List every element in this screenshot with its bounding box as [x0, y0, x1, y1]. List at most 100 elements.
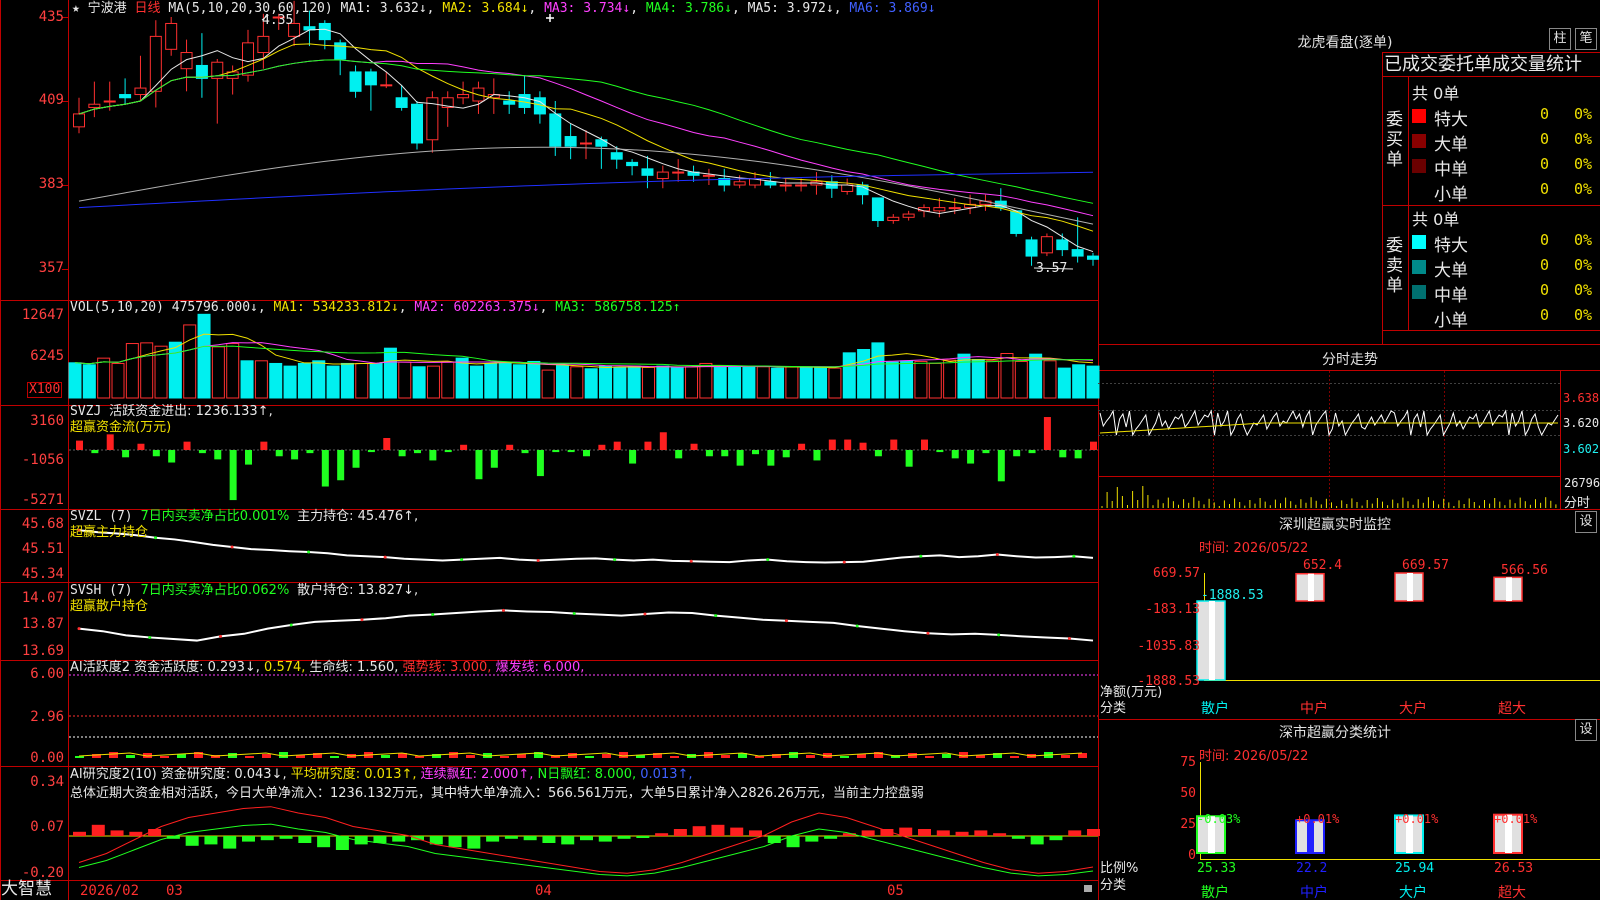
flow-bar	[1013, 450, 1021, 457]
fenshi-vol-axis: 26796	[1564, 476, 1600, 490]
net-flow-value: 669.57	[1402, 558, 1449, 573]
volume-bar	[125, 343, 139, 399]
ai2-a: 资金研究度: 0.043↓,	[160, 767, 287, 782]
svsh-value: 散户持仓: 13.827↓,	[297, 583, 419, 598]
candle	[887, 216, 900, 222]
ratio-value: 26.53	[1494, 861, 1534, 876]
volume-bar	[240, 360, 254, 399]
activity-bar	[585, 756, 594, 758]
flow-bar	[583, 450, 590, 457]
research-bar	[598, 836, 612, 842]
monitor-settings-button[interactable]: 设	[1575, 511, 1597, 533]
stats-settings-button[interactable]: 设	[1575, 719, 1597, 741]
volume-bar	[570, 366, 584, 399]
order-percent: 0%	[1574, 130, 1593, 148]
volume-bar	[140, 342, 154, 399]
volume-bar	[484, 362, 498, 399]
volume-bar	[555, 364, 569, 399]
research-bar	[561, 836, 575, 845]
net-flow-value: -1888.53	[1201, 588, 1264, 603]
monitor-axis-label: 669.57	[1153, 566, 1200, 581]
ai1-axis-label: 2.96	[30, 709, 64, 725]
research-bar	[936, 830, 950, 836]
volume-bar	[197, 313, 211, 399]
order-count: 0	[1540, 256, 1550, 274]
lock-icon[interactable]	[1084, 885, 1092, 892]
holding-dot	[536, 558, 540, 562]
volume-bar	[742, 365, 756, 399]
category-label: 超大	[1498, 701, 1526, 717]
volume-bar	[728, 366, 742, 399]
flow-bar	[705, 450, 713, 457]
volume-bar	[82, 364, 96, 399]
buy-side-label: 委买单	[1386, 110, 1403, 170]
activity-bar	[279, 752, 288, 758]
lhkp-subtitle: 已成交委托单成交量统计	[1384, 54, 1582, 75]
volume-bar	[971, 358, 985, 399]
order-count: 0	[1540, 306, 1550, 324]
ma5-prefix: MA5:	[747, 1, 787, 16]
activity-bar	[789, 752, 798, 758]
activity-bar	[1078, 753, 1087, 758]
ai1-d: 强势线: 3.000,	[402, 660, 492, 675]
order-percent: 0%	[1574, 105, 1593, 123]
volume-bar	[613, 366, 627, 399]
volume-bar	[527, 360, 541, 399]
svsh-desc: 7日内买卖净占比0.062%	[140, 583, 290, 598]
flow-bar	[859, 442, 867, 450]
holding-dot	[643, 612, 647, 616]
vol-axis-label: 6245	[30, 348, 64, 364]
period-label[interactable]: 日线	[135, 1, 161, 16]
svzj-header: SVZJ 活跃资金进出: 1236.133↑,	[70, 404, 273, 420]
volume-bar	[900, 360, 914, 399]
ratio-value: 25.94	[1395, 861, 1435, 876]
order-percent: 0%	[1574, 256, 1593, 274]
flow-bar	[429, 450, 437, 461]
ai2-label: AI研究度2(10)	[70, 767, 157, 782]
flow-bar	[967, 450, 975, 464]
candle	[88, 103, 101, 108]
research-bar	[580, 836, 593, 841]
flow-bar	[198, 450, 206, 454]
fenshi-axis-label: 3.620	[1563, 416, 1600, 430]
stock-terminal: 435 409 383 357 12647 6245 X100 3160 -10…	[0, 0, 1600, 900]
holding-dot	[460, 558, 464, 562]
volume-bar	[512, 364, 526, 399]
volume-bar	[426, 365, 440, 399]
order-size-label: 中单	[1434, 286, 1468, 306]
sz-stats-title: 深市超赢分类统计	[1279, 725, 1391, 741]
chart-canvas	[0, 0, 1600, 900]
candle	[73, 113, 85, 128]
svsh-label: SVSH (7)	[70, 583, 133, 598]
favorite-star-icon[interactable]: ★	[72, 1, 80, 16]
tick-view-button[interactable]: 笔	[1575, 28, 1597, 50]
candle	[580, 142, 592, 145]
flow-bar	[659, 432, 667, 450]
flow-bar	[690, 443, 698, 450]
legend-swatch	[1412, 260, 1426, 274]
svzj-title: 活跃资金进出: 1236.133↑,	[109, 404, 273, 419]
ma4-value: 3.786↓	[684, 1, 732, 16]
volume-bar	[943, 359, 957, 399]
holding-dot	[148, 635, 152, 639]
ma6-value: 3.869↓	[888, 1, 936, 16]
volume-bar	[297, 362, 311, 399]
sell-total: 共 0单	[1412, 210, 1460, 229]
flow-bar	[229, 450, 237, 501]
vol-ma3: MA3: 586758.125↑	[555, 300, 681, 315]
column-view-button[interactable]: 柱	[1549, 28, 1571, 50]
research-bar	[974, 830, 988, 836]
research-bar	[279, 836, 293, 839]
candle	[180, 52, 193, 70]
volume-bar	[283, 365, 297, 399]
legend-swatch	[1412, 285, 1426, 299]
fenshi-title: 分时走势	[1322, 352, 1378, 368]
order-count: 0	[1540, 105, 1550, 123]
volume-bar	[685, 366, 699, 399]
stats-axis-label: 50	[1180, 786, 1196, 801]
volume-bar	[398, 361, 412, 399]
candle	[595, 139, 608, 147]
order-size-label: 大单	[1434, 261, 1468, 281]
volume-bar	[986, 360, 1000, 399]
candle	[1071, 249, 1084, 257]
